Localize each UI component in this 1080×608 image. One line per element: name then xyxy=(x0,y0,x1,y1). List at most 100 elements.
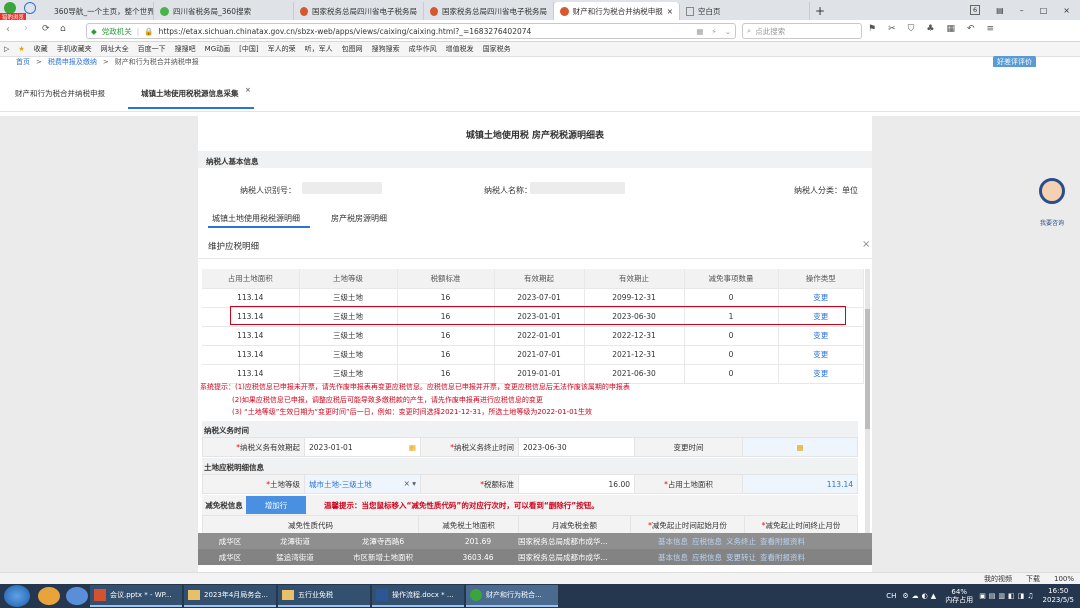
clock-date[interactable]: 2023/5/5 xyxy=(1043,596,1074,605)
close-tab-icon[interactable]: × xyxy=(245,86,251,94)
chrome-icon[interactable] xyxy=(38,587,60,605)
tab-count-badge[interactable]: 6 xyxy=(970,5,981,15)
undo-icon[interactable]: ↶ xyxy=(967,24,975,34)
bookmark-6[interactable]: [中国] xyxy=(239,44,258,54)
tax-standard-label: 税额标准 xyxy=(484,479,514,489)
start-button[interactable] xyxy=(4,585,30,607)
forward-icon[interactable]: › xyxy=(24,23,28,34)
search-icon xyxy=(160,6,169,16)
tab-search[interactable]: 四川省税务局_360搜索 xyxy=(154,2,294,20)
tab-land-tax-collection[interactable]: 城镇土地使用税税源信息采集 xyxy=(141,88,239,99)
change-link[interactable]: 变更 xyxy=(778,326,864,346)
assistant-label: 我要咨询 xyxy=(1039,220,1064,227)
minimize-icon[interactable]: – xyxy=(1020,6,1024,15)
breadcrumb-current: 财产和行为税合并纳税申报 xyxy=(114,58,199,66)
obligation-start-input[interactable]: 2023-01-01 xyxy=(309,443,353,452)
taxable-detail-table: 占用土地面积 土地等级 税额标准 有效期起 有效期止 减免事项数量 操作类型 1… xyxy=(202,269,864,384)
subtab-property-tax[interactable]: 房产税房源明细 xyxy=(331,213,387,224)
refresh-icon[interactable]: ⟳ xyxy=(42,24,50,34)
change-link[interactable]: 变更 xyxy=(778,345,864,365)
tab-etax-2[interactable]: 国家税务总局四川省电子税务局 xyxy=(424,2,554,20)
apps-icon[interactable]: ▦ xyxy=(946,24,955,34)
area-value[interactable]: 113.14 xyxy=(742,474,858,494)
breadcrumb-home[interactable]: 首页 xyxy=(16,57,30,67)
menu-icon[interactable]: ≡ xyxy=(987,24,995,34)
breadcrumb-declare[interactable]: 税费申报及缴纳 xyxy=(48,57,97,67)
calendar-icon[interactable]: ▦ xyxy=(796,443,803,452)
active-tab-indicator xyxy=(128,107,254,109)
obligation-end-input[interactable]: 2023-06-30 xyxy=(523,443,567,452)
bookmark-2[interactable]: 网址大全 xyxy=(101,44,129,54)
close-window-icon[interactable]: × xyxy=(1063,6,1070,15)
bookmark-11[interactable]: 成华作风 xyxy=(409,44,437,54)
assistant-widget[interactable]: 我要咨询 xyxy=(1034,178,1070,228)
back-icon[interactable]: ‹ xyxy=(6,24,10,35)
chevron-down-icon[interactable]: ⌄ xyxy=(725,27,731,36)
task-folder-tax[interactable]: 五行业免税 xyxy=(278,585,370,607)
wps-writer-icon xyxy=(376,589,388,601)
taxpayer-name-label: 纳税人名称： xyxy=(484,186,532,195)
language-indicator[interactable]: CH xyxy=(886,592,896,600)
skin-icon[interactable]: ▤ xyxy=(996,6,1004,15)
subtab-land-tax[interactable]: 城镇土地使用税税源明细 xyxy=(212,213,300,224)
bookmark-5[interactable]: MG动画 xyxy=(205,44,230,54)
close-icon[interactable]: × xyxy=(862,239,870,250)
tray-icons[interactable]: ⚙☁◐▲ xyxy=(902,592,939,600)
grid-icon[interactable]: ▦ xyxy=(696,27,703,36)
download-link[interactable]: 下载 xyxy=(1026,574,1040,584)
close-tab-icon[interactable]: × xyxy=(667,7,673,16)
land-grade-select[interactable]: 城市土地-三级土地 xyxy=(309,480,372,489)
bookmark-0[interactable]: 收藏 xyxy=(34,44,48,54)
modal-scrollbar[interactable] xyxy=(865,269,870,537)
task-docx[interactable]: 操作流程.docx * ... xyxy=(372,585,464,607)
warm-tip: 温馨提示：当您鼠标移入“减免性质代码”的对应行次时，可以看到“删除行”按钮。 xyxy=(324,500,599,510)
shield-ext-icon[interactable]: ⛉ xyxy=(908,24,915,34)
home-icon[interactable]: ⌂ xyxy=(60,24,66,34)
bookmark-10[interactable]: 搜狗搜索 xyxy=(372,44,400,54)
bookmark-3[interactable]: 百度一下 xyxy=(138,44,166,54)
obligation-start-label: 纳税义务有效期起 xyxy=(240,442,300,452)
change-link[interactable]: 变更 xyxy=(778,364,864,384)
lightning-icon[interactable]: ⚡ xyxy=(711,27,716,36)
url-field[interactable]: ◆ 党政机关 | 🔒 https://etax.sichuan.chinatax… xyxy=(86,23,736,39)
task-pptx[interactable]: 会议.pptx * - WP... xyxy=(90,585,182,607)
bookmark-7[interactable]: 军人的荣 xyxy=(268,44,296,54)
zoom-level[interactable]: 100% xyxy=(1054,575,1074,583)
video-link[interactable]: 我的视频 xyxy=(984,574,1012,584)
calendar-icon[interactable]: ▦ xyxy=(409,443,416,452)
breadcrumb: 首页 > 税费申报及缴纳 > 财产和行为税合并纳税申报 xyxy=(16,57,199,67)
browser-task-icon[interactable] xyxy=(66,587,88,605)
bookmark-4[interactable]: 搜搜吧 xyxy=(175,44,196,54)
system-tray-icons[interactable]: ▣▤▥◧◨♫ xyxy=(979,592,1036,600)
tab-blank[interactable]: 空白页 xyxy=(680,2,810,20)
extension-icon[interactable]: ⚑ xyxy=(868,24,876,34)
bookmark-12[interactable]: 增值税发 xyxy=(446,44,474,54)
tab-360-nav[interactable]: 360导航_一个主页，整个世界 xyxy=(44,2,154,20)
task-folder-meeting[interactable]: 2023年4月局务会... xyxy=(184,585,276,607)
bookmark-13[interactable]: 国家税务 xyxy=(483,44,511,54)
tax-emblem-icon xyxy=(430,6,438,16)
sidebar-toggle-icon[interactable]: ▷ xyxy=(4,45,9,53)
game-icon[interactable]: ♣ xyxy=(926,24,934,34)
maximize-icon[interactable]: □ xyxy=(1040,6,1048,15)
tab-declaration[interactable]: 财产和行为税合并纳税申报 × xyxy=(554,2,680,20)
scissors-icon[interactable]: ✂ xyxy=(888,24,896,34)
task-browser-active[interactable]: 财产和行为税合... xyxy=(466,585,558,607)
new-tab-button[interactable]: + xyxy=(810,2,830,20)
col-grade: 土地等级 xyxy=(299,269,398,289)
tab-etax-1[interactable]: 国家税务总局四川省电子税务局 xyxy=(294,2,424,20)
bookmark-9[interactable]: 包图网 xyxy=(342,44,363,54)
add-row-button[interactable]: 增加行 xyxy=(246,496,306,514)
tax-standard-value[interactable]: 16.00 xyxy=(518,474,635,494)
change-link[interactable]: 变更 xyxy=(778,288,864,308)
bookmark-8[interactable]: 听，军人 xyxy=(305,44,333,54)
table-row: 113.14 三级土地 16 2023-07-01 2099-12-31 0 变更 xyxy=(202,288,864,308)
subtab-indicator xyxy=(208,226,310,228)
tab-tax-declaration[interactable]: 财产和行为税合并纳税申报 xyxy=(15,88,105,99)
lock-icon: 🔒 xyxy=(144,26,154,36)
clock-time[interactable]: 16:50 xyxy=(1048,587,1068,596)
system-notice-2: (2)如果应税信息已申报，调整应税后可能导致多缴税款的产生，请先作废申报再进行应… xyxy=(232,396,543,404)
bookmark-1[interactable]: 手机收藏夹 xyxy=(57,44,92,54)
search-box[interactable]: ⌕ 点此搜索 xyxy=(742,23,862,39)
obligation-form: *纳税义务有效期起 2023-01-01 ▦ *纳税义务终止时间 2023-06-… xyxy=(202,437,858,457)
